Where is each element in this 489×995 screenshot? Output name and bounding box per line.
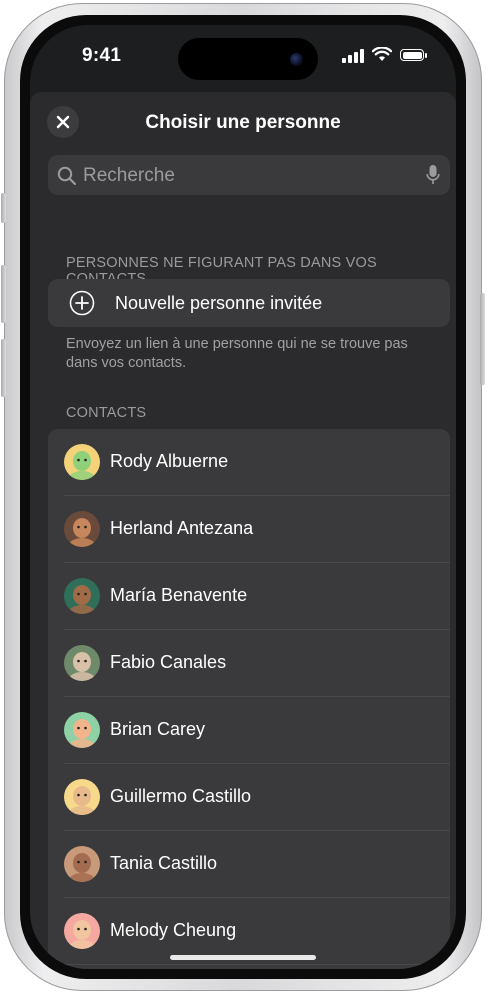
contact-name: María Benavente (110, 585, 248, 605)
battery-cap (425, 53, 427, 58)
contacts-section-header: CONTACTS (66, 405, 147, 421)
memoji-avatar (64, 444, 100, 480)
new-invited-person-label: Nouvelle personne invitée (115, 293, 323, 313)
home-indicator[interactable] (170, 955, 316, 960)
contact-row[interactable]: Guillermo Castillo (48, 764, 450, 831)
contact-name: Herland Antezana (110, 518, 254, 538)
front-camera (290, 53, 303, 66)
contact-name: Brian Carey (110, 719, 206, 739)
contact-name: Rody Albuerne (110, 451, 229, 471)
choose-person-sheet: Choisir une personne Recherche PERSONNES… (30, 92, 456, 969)
search-icon (57, 166, 77, 186)
status-bar: 9:41 (30, 25, 456, 89)
contact-name: Fabio Canales (110, 652, 227, 672)
contact-row[interactable]: Herland Antezana (48, 496, 450, 563)
side-button (480, 293, 485, 385)
contact-row[interactable]: Brian Carey (48, 697, 450, 764)
photo-avatar (64, 511, 100, 547)
volume-down-button (1, 339, 6, 397)
photo-avatar (64, 846, 100, 882)
memoji-avatar (64, 779, 100, 815)
battery-icon (400, 49, 424, 61)
contact-row[interactable]: Rody Albuerne (48, 429, 450, 496)
contact-name: Tania Castillo (110, 853, 218, 873)
photo-avatar (64, 645, 100, 681)
phone-frame: 9:41 Choisir une personne Recherche PERS… (1, 3, 485, 991)
memoji-avatar (64, 913, 100, 949)
action-button (1, 193, 6, 223)
contact-row[interactable]: Fabio Canales (48, 630, 450, 697)
status-time: 9:41 (82, 45, 122, 66)
contact-name: Guillermo Castillo (110, 786, 252, 806)
contact-row[interactable]: Tania Castillo (48, 831, 450, 898)
photo-avatar (64, 578, 100, 614)
contact-name: Melody Cheung (110, 920, 237, 940)
contact-row[interactable]: Janice Cheung (48, 965, 450, 969)
search-placeholder: Recherche (83, 165, 175, 186)
volume-up-button (1, 265, 6, 323)
status-icons (342, 47, 430, 63)
invite-footnote: Envoyez un lien à une personne qui ne se… (66, 336, 408, 371)
new-invited-person-button[interactable]: Nouvelle personne invitée (48, 279, 450, 327)
screen: 9:41 Choisir une personne Recherche PERS… (30, 25, 456, 969)
search-field[interactable]: Recherche (48, 155, 450, 195)
contacts-list: Rody Albuerne Herland Antezana María Benav… (48, 429, 450, 969)
wifi-icon (372, 47, 392, 61)
memoji-avatar (64, 712, 100, 748)
plus-circle-icon (69, 290, 95, 316)
sheet-title: Choisir une personne (145, 112, 341, 133)
microphone-icon[interactable] (426, 164, 440, 186)
cellular-signal-icon (342, 47, 366, 63)
contact-row[interactable]: María Benavente (48, 563, 450, 630)
